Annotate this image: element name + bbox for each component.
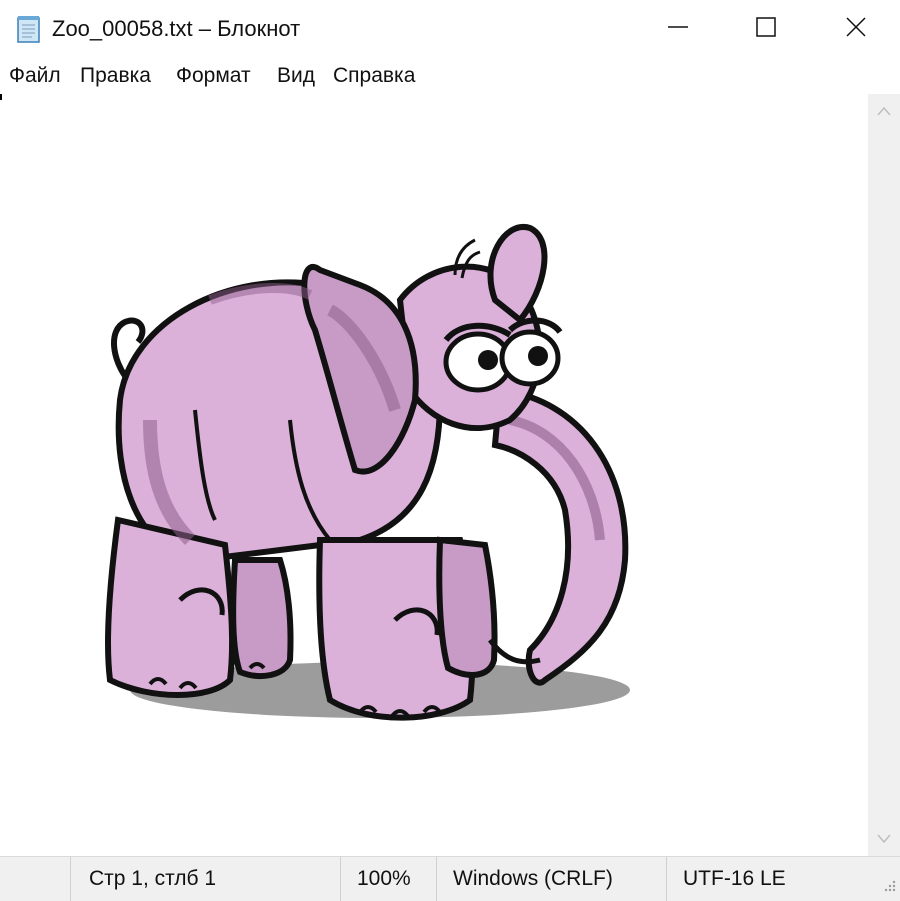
elephant-trunk (491, 386, 629, 686)
menu-format[interactable]: Формат (176, 64, 251, 88)
status-bar: Стр 1, стлб 1 100% Windows (CRLF) UTF-16… (0, 856, 900, 901)
scroll-up-icon[interactable] (876, 104, 892, 122)
status-zoom: 100% (340, 857, 436, 901)
close-icon (845, 16, 867, 43)
menu-file[interactable]: Файл (9, 64, 61, 88)
window-title: Zoo_00058.txt – Блокнот (52, 16, 301, 41)
text-editor[interactable] (0, 94, 868, 856)
elephant-back-leg (105, 516, 236, 698)
title-bar: Zoo_00058.txt – Блокнот (0, 0, 900, 58)
elephant-far-ear (487, 224, 548, 325)
resize-grip-icon[interactable] (882, 878, 896, 897)
menu-edit[interactable]: Правка (80, 64, 151, 88)
menu-view[interactable]: Вид (277, 64, 315, 88)
vertical-scrollbar[interactable] (868, 94, 900, 856)
notepad-icon (14, 14, 44, 44)
minimize-button[interactable] (632, 0, 724, 58)
close-button[interactable] (810, 0, 900, 58)
scroll-down-icon[interactable] (876, 832, 892, 850)
minimize-icon (667, 16, 689, 43)
pink-elephant-ascii-art (105, 224, 630, 721)
status-encoding: UTF-16 LE (666, 857, 876, 901)
maximize-button[interactable] (720, 0, 812, 58)
text-caret (0, 94, 2, 100)
status-line-endings: Windows (CRLF) (436, 857, 668, 901)
status-position: Стр 1, стлб 1 (70, 857, 342, 901)
elephant-back-leg-2 (230, 557, 294, 679)
menu-help[interactable]: Справка (333, 64, 415, 88)
menu-bar: Файл Правка Формат Вид Справка (0, 58, 900, 94)
elephant-front-leg-2 (436, 536, 498, 678)
maximize-icon (755, 16, 777, 43)
